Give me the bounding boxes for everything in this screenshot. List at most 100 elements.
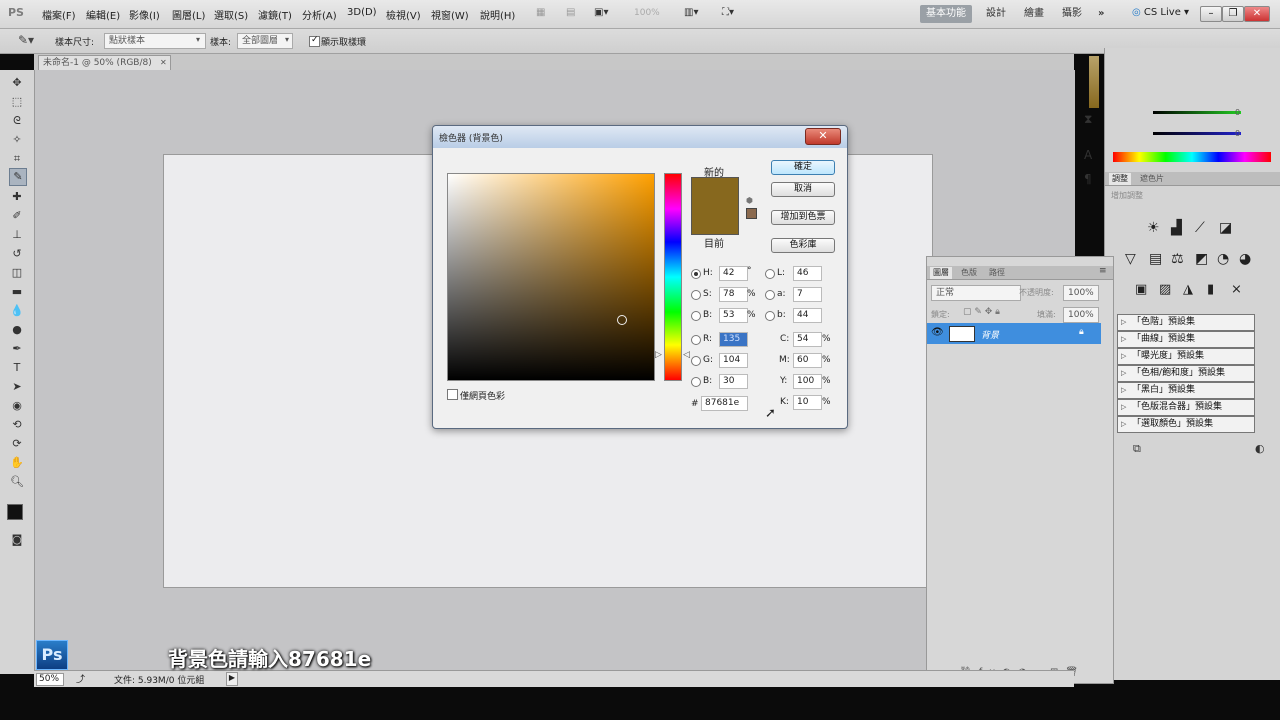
blue-slider[interactable] [1153,132,1241,135]
gamut-warning-icon[interactable]: ⬢ [746,196,753,205]
gradient-map-adjust-icon[interactable]: ▮ [1207,282,1214,297]
workspace-design[interactable]: 設計 [980,5,1012,23]
minimize-button[interactable]: – [1200,6,1222,22]
eyedropper-preset-icon[interactable]: ✎▾ [18,33,34,47]
opacity-field[interactable]: 100% [1063,285,1099,301]
radio-r[interactable] [691,335,701,345]
radio-lab-b[interactable] [765,311,775,321]
cslive-menu[interactable]: ◎ CS Live ▾ [1132,7,1189,18]
3d-rotate-tool-icon[interactable]: ⟲ [9,417,25,433]
color-spectrum-bar[interactable] [1113,152,1271,162]
workspace-essentials[interactable]: 基本功能 [920,5,972,23]
blend-mode-select[interactable]: 正常 [931,285,1021,301]
exposure-adjust-icon[interactable]: ◪ [1219,220,1232,236]
tab-channels[interactable]: 色版 [958,267,980,279]
workspace-painting[interactable]: 繪畫 [1018,5,1050,23]
field-m[interactable]: 60 [793,353,822,368]
field-l[interactable]: 46 [793,266,822,281]
field-blue[interactable]: 30 [719,374,748,389]
photo-filter-adjust-icon[interactable]: ◔ [1217,251,1229,267]
tab-masks[interactable]: 遮色片 [1137,173,1167,185]
cancel-button[interactable]: 取消 [771,182,835,197]
path-select-tool-icon[interactable]: ➤ [9,379,25,395]
field-r[interactable]: 135 [719,332,748,347]
radio-a[interactable] [765,290,775,300]
menu-analysis[interactable]: 分析(A) [302,7,337,22]
menu-3d[interactable]: 3D(D) [347,7,377,18]
zoom-level[interactable]: 100% [634,8,660,18]
hex-field[interactable]: 87681e [701,396,748,411]
menu-window[interactable]: 視窗(W) [431,7,469,22]
tab-layers[interactable]: 圖層 [930,267,952,279]
menu-select[interactable]: 選取(S) [214,7,248,22]
field-s[interactable]: 78 [719,287,748,302]
ruler-icon[interactable]: ▤ [566,7,575,18]
marquee-tool-icon[interactable]: ⬚ [9,94,25,110]
color-field[interactable] [447,173,655,381]
tab-paths[interactable]: 路徑 [986,267,1008,279]
radio-s[interactable] [691,290,701,300]
quick-mask-icon[interactable]: ◙ [9,532,25,548]
field-k[interactable]: 10 [793,395,822,410]
document-tab[interactable]: 未命名-1 @ 50% (RGB/8) ✕ [38,55,171,70]
web-safe-color-icon[interactable] [746,208,757,219]
menu-edit[interactable]: 編輯(E) [86,7,120,22]
dialog-close-button[interactable]: ✕ [805,128,841,145]
field-lab-b[interactable]: 44 [793,308,822,323]
character-icon[interactable]: A [1084,148,1092,162]
posterize-adjust-icon[interactable]: ▨ [1159,282,1171,297]
shape-tool-icon[interactable]: ◉ [9,398,25,414]
clone-stamp-tool-icon[interactable]: ⊥ [9,227,25,243]
status-menu-arrow-icon[interactable]: ▶ [226,672,238,686]
fill-field[interactable]: 100% [1063,307,1099,323]
healing-brush-tool-icon[interactable]: ✚ [9,189,25,205]
sample-size-select[interactable]: 點狀樣本 [104,33,206,49]
quick-select-tool-icon[interactable]: ✧ [9,132,25,148]
preset-curves[interactable]: 「曲線」預設集 [1117,331,1255,348]
field-c[interactable]: 54 [793,332,822,347]
chevron-down-icon[interactable]: ▾ [285,35,289,44]
threshold-adjust-icon[interactable]: ◮ [1183,282,1193,297]
tab-adjustments[interactable]: 調整 [1109,173,1131,185]
arrange-icon[interactable]: ▥▾ [684,7,698,18]
field-g[interactable]: 104 [719,353,748,368]
zoom-tool-icon[interactable]: 🔍︎ [9,474,25,490]
menu-filter[interactable]: 濾鏡(T) [258,7,292,22]
channel-mixer-adjust-icon[interactable]: ◕ [1239,251,1251,267]
ok-button[interactable]: 確定 [771,160,835,175]
lock-options-icon[interactable]: ▢ ✎ ✥ 🔒︎ [963,307,1000,317]
lasso-tool-icon[interactable]: ᘓ [9,113,25,129]
close-icon[interactable]: ✕ [160,56,167,70]
menu-help[interactable]: 說明(H) [480,7,515,22]
add-to-swatches-button[interactable]: 增加到色票 [771,210,835,225]
radio-blue[interactable] [691,377,701,387]
close-window-button[interactable]: ✕ [1244,6,1270,22]
levels-adjust-icon[interactable]: ▟ [1171,220,1182,236]
radio-b[interactable] [691,311,701,321]
gradient-tool-icon[interactable]: ▬ [9,284,25,300]
preset-channel-mixer[interactable]: 「色版混合器」預設集 [1117,399,1255,416]
grid-icon[interactable]: ▦ [536,7,545,18]
radio-l[interactable] [765,269,775,279]
black-white-adjust-icon[interactable]: ◩ [1195,251,1208,267]
history-icon[interactable]: ⧗ [1084,112,1092,127]
radio-h[interactable] [691,269,701,279]
status-zoom[interactable]: 50% [36,673,64,686]
current-color-swatch[interactable] [692,206,738,234]
workspace-photography[interactable]: 攝影 [1056,5,1088,23]
preset-exposure[interactable]: 「曝光度」預設集 [1117,348,1255,365]
field-b[interactable]: 53 [719,308,748,323]
green-value[interactable]: 0 [1235,108,1240,117]
workspace-more[interactable]: » [1092,5,1110,23]
eyedropper-tool-icon[interactable]: ✎ [9,168,27,186]
type-tool-icon[interactable]: T [9,360,25,376]
paragraph-icon[interactable]: ¶ [1084,172,1092,186]
curves-adjust-icon[interactable]: ⟋ [1195,220,1205,236]
move-tool-icon[interactable]: ✥ [9,75,25,91]
radio-g[interactable] [691,356,701,366]
menu-layer[interactable]: 圖層(L) [172,7,205,22]
hue-slider-handle-right[interactable]: ◁ [683,350,690,360]
field-a[interactable]: 7 [793,287,822,302]
preset-hue-saturation[interactable]: 「色相/飽和度」預設集 [1117,365,1255,382]
frame-icon[interactable]: ▣▾ [594,7,608,18]
